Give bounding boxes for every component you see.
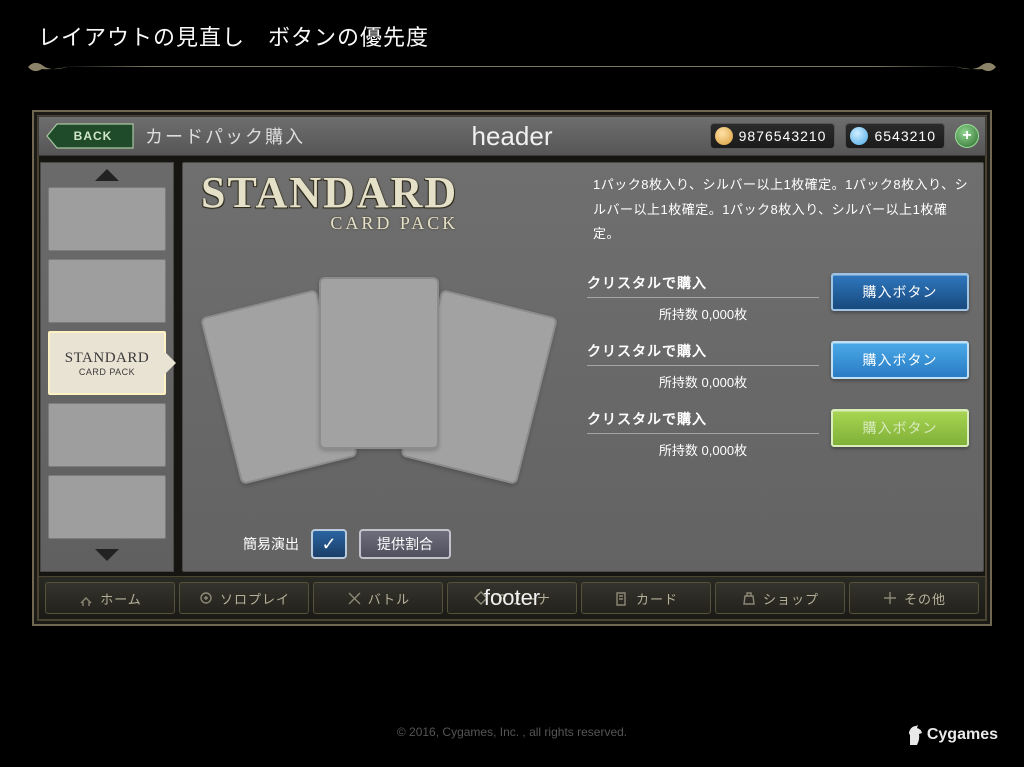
nav-icon xyxy=(614,590,630,606)
rupee-icon xyxy=(850,127,868,145)
purchase-row-sub: 所持数 0,000枚 xyxy=(587,440,819,459)
purchase-row-sub: 所持数 0,000枚 xyxy=(587,372,819,391)
card-icon xyxy=(319,277,439,449)
back-button[interactable]: BACK xyxy=(45,122,135,150)
footer-overlay-label: footer xyxy=(484,585,540,611)
purchase-row-title: クリスタルで購入 xyxy=(587,409,819,429)
nav-button-label: カード xyxy=(636,589,678,608)
nav-button[interactable]: ホーム xyxy=(45,582,175,614)
purchase-options: クリスタルで購入 所持数 0,000枚 購入ボタン クリスタルで購入 所持数 0… xyxy=(587,273,969,459)
divider xyxy=(587,297,819,298)
purchase-button[interactable]: 購入ボタン xyxy=(831,409,969,447)
drop-rate-button[interactable]: 提供割合 xyxy=(359,529,451,559)
nav-button-label: ショップ xyxy=(763,589,819,608)
horse-icon xyxy=(907,725,923,745)
nav-icon xyxy=(198,590,214,606)
pack-thumb-subtitle: CARD PACK xyxy=(79,367,135,377)
simple-animation-checkbox[interactable]: ✓ xyxy=(311,529,347,559)
simple-animation-label: 簡易演出 xyxy=(243,534,299,554)
crystal-icon xyxy=(715,127,733,145)
divider xyxy=(587,365,819,366)
pack-thumb-title: STANDARD xyxy=(65,350,149,367)
pack-detail-panel: STANDARD CARD PACK 1パック8枚入り、シルバー以上1枚確定。1… xyxy=(182,162,984,572)
nav-button-label: ソロプレイ xyxy=(220,589,290,608)
pack-thumb[interactable] xyxy=(48,259,166,323)
currency-rupee-value: 6543210 xyxy=(874,128,936,144)
pack-thumb[interactable] xyxy=(48,187,166,251)
footer-bar: ホームソロプレイバトルアリーナカードショップその他 footer xyxy=(38,576,986,620)
divider xyxy=(587,433,819,434)
purchase-row-title: クリスタルで購入 xyxy=(587,341,819,361)
pack-title: STANDARD xyxy=(201,171,458,215)
scroll-up-arrow-icon[interactable] xyxy=(95,169,119,181)
cygames-logo: Cygames xyxy=(907,725,998,745)
copyright: © 2016, Cygames, Inc. , all rights reser… xyxy=(0,725,1024,739)
add-currency-button[interactable]: + xyxy=(955,124,979,148)
nav-button[interactable]: カード xyxy=(581,582,711,614)
purchase-row: クリスタルで購入 所持数 0,000枚 購入ボタン xyxy=(587,341,969,391)
pack-cards-preview xyxy=(219,269,549,499)
pack-thumb[interactable] xyxy=(48,403,166,467)
header-bar: BACK カードパック購入 header 9876543210 6543210 … xyxy=(38,116,986,156)
nav-icon xyxy=(346,590,362,606)
nav-button-label: その他 xyxy=(904,589,946,608)
nav-button[interactable]: ショップ xyxy=(715,582,845,614)
nav-icon xyxy=(882,590,898,606)
header-overlay-label: header xyxy=(472,121,553,152)
purchase-row: クリスタルで購入 所持数 0,000枚 購入ボタン xyxy=(587,409,969,459)
currency-rupee[interactable]: 6543210 xyxy=(845,123,945,149)
nav-button-label: ホーム xyxy=(100,589,142,608)
brand-label: Cygames xyxy=(927,726,998,744)
purchase-button[interactable]: 購入ボタン xyxy=(831,273,969,311)
purchase-row-sub: 所持数 0,000枚 xyxy=(587,304,819,323)
scroll-down-arrow-icon[interactable] xyxy=(95,549,119,561)
title-divider xyxy=(28,62,996,72)
purchase-button[interactable]: 購入ボタン xyxy=(831,341,969,379)
game-frame: BACK カードパック購入 header 9876543210 6543210 … xyxy=(32,110,992,626)
pack-thumb[interactable] xyxy=(48,475,166,539)
purchase-row-title: クリスタルで購入 xyxy=(587,273,819,293)
pack-thumb-selected[interactable]: STANDARD CARD PACK xyxy=(48,331,166,395)
nav-button-label: バトル xyxy=(368,589,410,608)
currency-crystal[interactable]: 9876543210 xyxy=(710,123,836,149)
purchase-row: クリスタルで購入 所持数 0,000枚 購入ボタン xyxy=(587,273,969,323)
currency-crystal-value: 9876543210 xyxy=(739,128,827,144)
slide-title: レイアウトの見直し ボタンの優先度 xyxy=(38,20,429,52)
nav-icon xyxy=(741,590,757,606)
pack-description: 1パック8枚入り、シルバー以上1枚確定。1パック8枚入り、シルバー以上1枚確定。… xyxy=(593,173,969,247)
back-button-label: BACK xyxy=(45,122,135,150)
nav-icon xyxy=(78,590,94,606)
pack-side-list: STANDARD CARD PACK xyxy=(40,162,174,572)
nav-button[interactable]: その他 xyxy=(849,582,979,614)
checkmark-icon: ✓ xyxy=(321,534,336,555)
nav-button[interactable]: ソロプレイ xyxy=(179,582,309,614)
screen-title: カードパック購入 xyxy=(145,123,305,149)
nav-button[interactable]: バトル xyxy=(313,582,443,614)
pack-logo: STANDARD CARD PACK xyxy=(201,171,458,234)
